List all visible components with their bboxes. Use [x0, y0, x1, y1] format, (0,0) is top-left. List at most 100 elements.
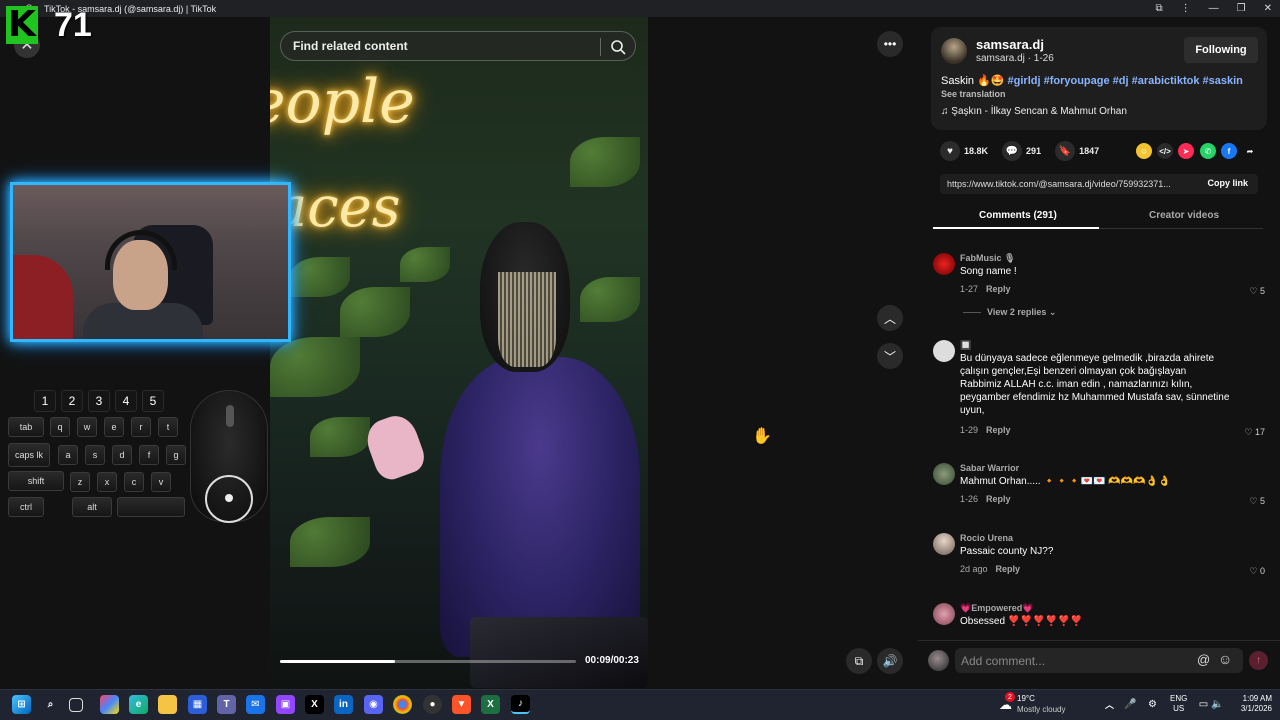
brave-icon[interactable]: ▼ — [452, 695, 471, 714]
comment-avatar[interactable] — [933, 340, 955, 362]
comment-text: Passaic county NJ?? — [960, 546, 1054, 557]
key-tab: tab — [8, 417, 44, 437]
repost-icon[interactable]: ☺ — [1136, 143, 1152, 159]
excel-icon[interactable]: X — [481, 695, 500, 714]
comment-text: Mahmut Orhan..... 🔸🔸🔸💌💌 🫶🫶🫶👌👌 — [960, 476, 1171, 487]
key-e: e — [104, 417, 124, 437]
emoji-icon[interactable]: ☺ — [1218, 651, 1232, 667]
reply-button[interactable]: Reply — [986, 425, 1011, 435]
comment-date: 1-26 — [960, 494, 979, 504]
key-d: d — [112, 445, 132, 465]
reply-button[interactable]: Reply — [986, 284, 1011, 294]
comment-icon[interactable]: 💬 — [1002, 141, 1023, 161]
comment-avatar[interactable] — [933, 253, 955, 275]
x-icon[interactable]: X — [305, 695, 324, 714]
comment-username[interactable]: 🔲 — [960, 340, 971, 351]
weather-badge: 2 — [1005, 692, 1015, 702]
chrome-icon[interactable] — [393, 695, 412, 714]
comment-username[interactable]: 💗Empowered💗 — [960, 603, 1033, 614]
previous-video-chevron-up-icon[interactable]: ︿ — [877, 305, 903, 331]
location-icon[interactable]: ⚙ — [1143, 695, 1162, 714]
save-count: 1847 — [1079, 146, 1100, 156]
comment-like[interactable]: ♡ 5 — [1249, 496, 1265, 507]
comment-meta: 1-26 Reply — [960, 494, 1011, 504]
my-avatar[interactable] — [928, 650, 949, 671]
dj-hand — [361, 410, 429, 484]
key-5: 5 — [142, 390, 164, 412]
chevron-up-icon[interactable]: ︿ — [1100, 695, 1119, 714]
next-video-chevron-down-icon[interactable]: ﹀ — [877, 343, 903, 369]
comment-username[interactable]: Rocio Urena — [960, 533, 1013, 543]
search-icon[interactable] — [609, 38, 627, 56]
comment-username[interactable]: FabMusic 🎙 — [960, 253, 1015, 264]
window-close-icon[interactable]: ✕ — [1264, 3, 1272, 14]
author-name[interactable]: samsara.dj — [976, 37, 1044, 52]
key-2: 2 — [61, 390, 83, 412]
extensions-icon[interactable]: ⧉ — [1156, 3, 1163, 14]
heart-icon[interactable]: ♥ — [940, 141, 960, 161]
outlook-icon[interactable]: ✉ — [246, 695, 265, 714]
microphone-icon[interactable]: 🎤 — [1121, 695, 1140, 714]
comment-like[interactable]: ♡ 0 — [1249, 566, 1265, 577]
progress-fill[interactable] — [280, 660, 395, 663]
speaker-icon[interactable]: 🔈 — [1208, 695, 1227, 714]
task-view-icon[interactable] — [69, 698, 83, 712]
reply-button[interactable]: Reply — [996, 564, 1021, 574]
menu-dots-icon[interactable]: ⋮ — [1181, 3, 1191, 14]
related-search-bar[interactable]: Find related content — [280, 31, 636, 61]
video-player[interactable]: eople laces — [270, 17, 648, 688]
whatsapp-icon[interactable]: ✆ — [1200, 143, 1216, 159]
comment-avatar[interactable] — [933, 533, 955, 555]
discord-icon[interactable]: ◉ — [364, 695, 383, 714]
comment-avatar[interactable] — [933, 463, 955, 485]
embed-icon[interactable]: </> — [1157, 143, 1173, 159]
system-clock[interactable]: 1:09 AM 3/1/2026 — [1228, 694, 1272, 714]
comment-like[interactable]: ♡ 5 — [1249, 286, 1265, 297]
send-to-friends-icon[interactable]: ➤ — [1178, 143, 1194, 159]
key-g: g — [166, 445, 186, 465]
twitch-icon[interactable]: ▣ — [276, 695, 295, 714]
facebook-icon[interactable]: f — [1221, 143, 1237, 159]
copilot-icon[interactable] — [100, 695, 119, 714]
key-space — [117, 497, 185, 517]
tiktok-icon[interactable]: ♪ — [511, 695, 530, 714]
see-translation-link[interactable]: See translation — [941, 89, 1006, 99]
store-icon[interactable]: ▦ — [188, 695, 207, 714]
obs-icon[interactable]: ● — [423, 695, 442, 714]
search-taskbar-icon[interactable]: ⌕ — [41, 695, 60, 714]
teams-icon[interactable]: T — [217, 695, 236, 714]
copy-link-button[interactable]: Copy link — [1207, 178, 1248, 188]
language-indicator[interactable]: ENG US — [1170, 694, 1187, 714]
volume-icon[interactable]: 🔊 — [877, 648, 903, 674]
restore-icon[interactable]: ❐ — [1237, 3, 1246, 14]
comment-avatar[interactable] — [933, 603, 955, 625]
caption-hashtags[interactable]: #girldj #foryoupage #dj #arabictiktok #s… — [1008, 75, 1243, 87]
file-explorer-icon[interactable] — [158, 695, 177, 714]
minimize-icon[interactable]: — — [1209, 3, 1219, 14]
comment-text: Song name ! — [960, 266, 1017, 277]
linkedin-icon[interactable]: in — [334, 695, 353, 714]
more-options-icon[interactable]: ••• — [877, 31, 903, 57]
reply-button[interactable]: Reply — [986, 494, 1011, 504]
view-replies-button[interactable]: View 2 replies ⌄ — [963, 307, 1056, 318]
tab-comments[interactable]: Comments (291) — [979, 210, 1057, 221]
start-icon[interactable]: ⊞ — [12, 695, 31, 714]
comment-username[interactable]: Sabar Warrior — [960, 463, 1019, 473]
comment-like-count: 0 — [1259, 566, 1265, 576]
bookmark-icon[interactable]: 🔖 — [1055, 141, 1076, 161]
dj-mixer — [470, 617, 648, 688]
edge-icon[interactable]: e — [129, 695, 148, 714]
send-comment-button[interactable]: ↑ — [1249, 651, 1268, 670]
comment-text: Obsessed ❣️❣️❣️❣️❣️❣️ — [960, 616, 1083, 627]
share-arrow-icon[interactable]: ➦ — [1242, 143, 1258, 159]
key-shift: shift — [8, 471, 64, 491]
streamer-logo: K — [6, 6, 38, 44]
author-avatar[interactable] — [941, 38, 967, 64]
comment-meta: 1-27 Reply — [960, 284, 1011, 294]
comment-like[interactable]: ♡ 17 — [1244, 427, 1265, 438]
music-track[interactable]: ♫ Şaşkın - İlkay Sencan & Mahmut Orhan — [941, 106, 1127, 117]
tab-creator-videos[interactable]: Creator videos — [1149, 210, 1219, 221]
mention-icon[interactable]: @ — [1197, 652, 1210, 667]
following-button[interactable]: Following — [1184, 37, 1258, 63]
miniplayer-icon[interactable]: ⧉ — [846, 648, 872, 674]
